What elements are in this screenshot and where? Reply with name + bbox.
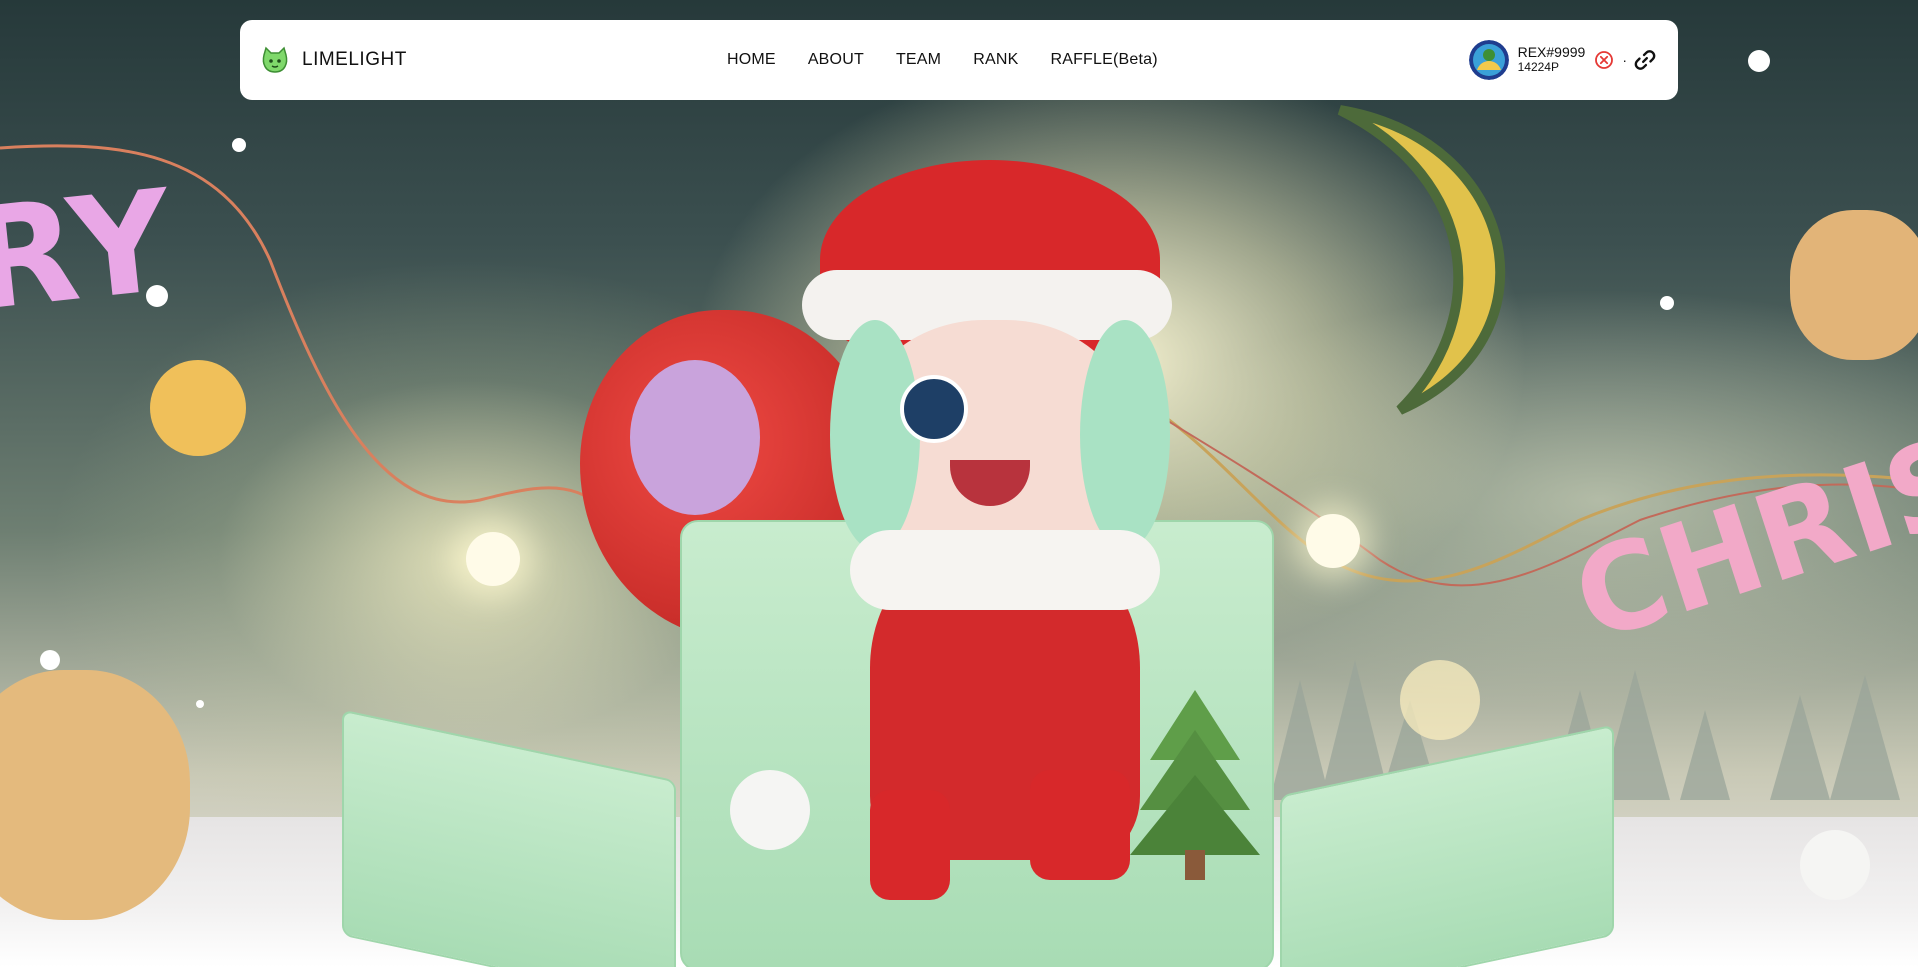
eye — [900, 375, 968, 443]
user-panel: REX#9999 14224P · — [1468, 20, 1656, 100]
light-bulb — [1306, 514, 1360, 568]
snow-dot — [232, 138, 246, 152]
nav-raffle[interactable]: RAFFLE(Beta) — [1050, 51, 1157, 69]
link-button[interactable] — [1634, 49, 1656, 71]
boot-right — [1030, 770, 1130, 880]
nav-home[interactable]: HOME — [727, 51, 776, 69]
coat-fur-trim — [850, 530, 1160, 610]
separator-dot: · — [1622, 52, 1627, 68]
reindeer-ornament — [150, 360, 246, 456]
hero-background: RY CHRIS — [0, 0, 1918, 967]
nav-about[interactable]: ABOUT — [808, 51, 864, 69]
disconnect-button[interactable] — [1593, 49, 1615, 71]
snow-dot — [196, 700, 204, 708]
snow-dot — [40, 650, 60, 670]
reindeer — [1790, 210, 1918, 360]
brand[interactable]: LIMELIGHT — [260, 45, 407, 75]
nav-rank[interactable]: RANK — [973, 51, 1018, 69]
christmas-tree — [1130, 690, 1260, 880]
banner-letters-left: RY — [0, 159, 180, 344]
light-bulb — [466, 532, 520, 586]
lime-cat-logo-icon — [262, 46, 288, 73]
user-points: 14224P — [1517, 60, 1559, 74]
user-info: REX#9999 14224P — [1518, 45, 1586, 75]
crescent-moon — [1337, 105, 1506, 415]
snow-dot — [1660, 296, 1674, 310]
snow-dot — [1748, 50, 1770, 72]
link-icon — [1634, 50, 1656, 70]
brand-name: LIMELIGHT — [302, 49, 407, 70]
hair-left — [830, 320, 920, 550]
snowman — [1800, 830, 1870, 900]
avatar[interactable] — [1468, 40, 1509, 80]
main-nav: HOME ABOUT TEAM RANK RAFFLE(Beta) — [727, 20, 1158, 100]
close-circle-icon — [1595, 51, 1614, 69]
sack-smiley-patch — [630, 360, 760, 515]
hair-right — [1080, 320, 1170, 550]
boot-left — [870, 790, 950, 900]
reindeer — [0, 670, 190, 920]
nav-team[interactable]: TEAM — [896, 51, 941, 69]
top-navbar: LIMELIGHT HOME ABOUT TEAM RANK RAFFLE(Be… — [240, 20, 1678, 100]
snowman — [730, 770, 810, 850]
user-name: REX#9999 — [1517, 44, 1586, 60]
